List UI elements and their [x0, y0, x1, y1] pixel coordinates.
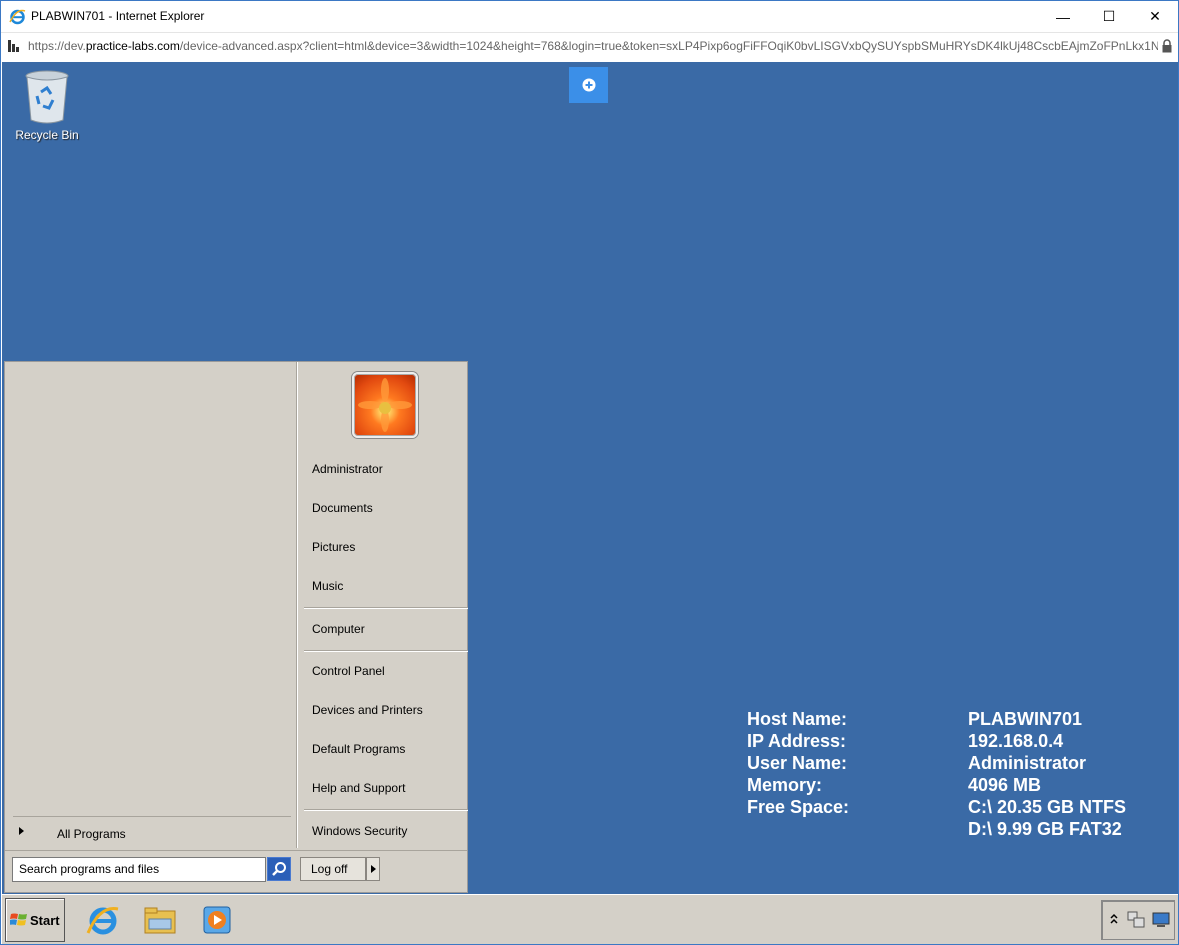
start-item-devices-printers[interactable]: Devices and Printers: [312, 703, 423, 717]
start-item-windows-security[interactable]: Windows Security: [312, 824, 407, 838]
flower-picture-icon: [358, 378, 412, 432]
start-item-help-support[interactable]: Help and Support: [312, 781, 405, 795]
start-menu-divider: [296, 362, 298, 848]
all-programs-label: All Programs: [57, 827, 126, 841]
minimize-icon: —: [1056, 8, 1070, 25]
network-icon[interactable]: [1126, 910, 1146, 930]
info-key: IP Address:: [747, 731, 847, 751]
lock-icon: [1162, 39, 1172, 53]
start-item-computer[interactable]: Computer: [312, 622, 365, 636]
start-item-control-panel[interactable]: Control Panel: [312, 664, 385, 678]
url-domain: practice-labs.com: [85, 39, 180, 53]
windows-logo-icon: [10, 913, 27, 926]
start-item-documents[interactable]: Documents: [312, 501, 373, 515]
url-rest: /device-advanced.aspx?client=html&device…: [179, 39, 1158, 53]
close-icon: ✕: [1149, 8, 1161, 24]
info-row: Memory: 4096 MB: [747, 774, 1126, 796]
window-title: PLABWIN701 - Internet Explorer: [31, 9, 205, 23]
maximize-button[interactable]: ☐: [1086, 1, 1132, 32]
info-row: IP Address: 192.168.0.4: [747, 730, 1126, 752]
start-menu-separator: [304, 809, 468, 811]
start-menu-programs-pane: [5, 362, 296, 848]
search-icon: [272, 862, 286, 876]
title-bar: PLABWIN701 - Internet Explorer — ☐ ✕: [1, 1, 1178, 32]
start-button[interactable]: Start: [5, 898, 65, 942]
display-icon[interactable]: [1152, 911, 1170, 929]
info-key: Host Name:: [747, 709, 848, 729]
start-item-administrator[interactable]: Administrator: [312, 462, 383, 476]
start-menu: All Programs Administrator Documents Pic…: [4, 361, 468, 893]
info-row: D:\ 9.99 GB FAT32: [747, 818, 1126, 840]
logoff-button[interactable]: Log off: [300, 857, 366, 881]
system-tray: [1101, 900, 1175, 940]
info-value: C:\ 20.35 GB NTFS: [968, 797, 1127, 817]
info-key: Free Space:: [747, 797, 850, 817]
remote-desktop[interactable]: Recycle Bin Host Name: PLABWIN701 IP Addr…: [2, 62, 1178, 894]
taskbar: Start: [2, 894, 1178, 944]
info-row: Host Name: PLABWIN701: [747, 708, 1126, 730]
recycle-bin-icon: [25, 70, 69, 124]
info-key: Memory:: [747, 775, 823, 795]
start-menu-places-pane: Administrator Documents Pictures Music C…: [300, 362, 468, 848]
toolbar-toggle-button[interactable]: [569, 67, 608, 103]
file-explorer-icon[interactable]: [143, 903, 177, 937]
close-button[interactable]: ✕: [1132, 1, 1178, 32]
user-avatar[interactable]: [352, 372, 418, 438]
logoff-options-button[interactable]: [366, 857, 380, 881]
maximize-icon: ☐: [1102, 8, 1116, 24]
browser-window: PLABWIN701 - Internet Explorer — ☐ ✕ htt…: [0, 0, 1179, 945]
internet-explorer-icon: [9, 9, 26, 25]
start-item-pictures[interactable]: Pictures: [312, 540, 355, 554]
info-value: 192.168.0.4: [968, 731, 1064, 751]
info-value: PLABWIN701: [968, 709, 1083, 729]
info-value: Administrator: [968, 753, 1087, 773]
minimize-button[interactable]: —: [1040, 1, 1086, 32]
info-key: [747, 818, 968, 840]
start-menu-separator: [304, 650, 468, 652]
url-prefix: https://dev.: [28, 39, 86, 53]
info-row: User Name: Administrator: [747, 752, 1126, 774]
start-item-default-programs[interactable]: Default Programs: [312, 742, 405, 756]
all-programs-button[interactable]: All Programs: [13, 816, 291, 844]
search-input[interactable]: Search programs and files: [12, 857, 266, 882]
info-value: D:\ 9.99 GB FAT32: [968, 819, 1122, 839]
media-player-icon[interactable]: [200, 903, 234, 937]
plus-circle-icon: [582, 78, 595, 92]
site-favicon-icon: [6, 38, 22, 54]
internet-explorer-taskbar-icon[interactable]: [86, 903, 120, 937]
search-button[interactable]: [267, 857, 291, 881]
recycle-bin-label: Recycle Bin: [15, 128, 79, 142]
info-key: User Name:: [747, 753, 848, 773]
url-text[interactable]: https://dev.practice-labs.com/device-adv…: [28, 39, 1158, 53]
info-value: 4096 MB: [968, 775, 1042, 795]
start-label: Start: [30, 912, 60, 928]
address-bar[interactable]: https://dev.practice-labs.com/device-adv…: [1, 32, 1178, 60]
info-row: Free Space: C:\ 20.35 GB NTFS: [747, 796, 1126, 818]
triangle-right-icon: [19, 827, 24, 835]
system-info-panel: Host Name: PLABWIN701 IP Address: 192.168.…: [747, 708, 1126, 840]
chevron-up-icon[interactable]: [1110, 913, 1118, 925]
start-menu-bottom-bar: Search programs and files Log off: [5, 850, 467, 892]
start-menu-separator: [304, 607, 468, 609]
recycle-bin[interactable]: Recycle Bin: [12, 70, 82, 142]
start-item-music[interactable]: Music: [312, 579, 343, 593]
